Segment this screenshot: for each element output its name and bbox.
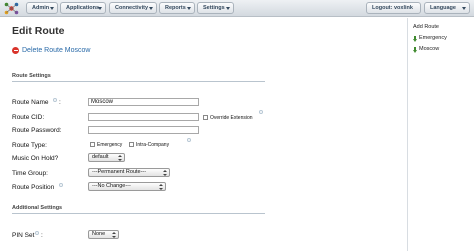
emergency-checkbox[interactable] [90, 142, 95, 147]
colon-text: : [41, 232, 43, 239]
music-on-hold-select[interactable]: default [88, 153, 125, 162]
select-arrows-icon [118, 155, 122, 161]
reports-menu[interactable]: Reports [159, 2, 195, 14]
pin-set-label: PIN Set [12, 232, 35, 239]
select-arrows-icon [159, 184, 163, 190]
chevron-down-icon [50, 7, 54, 10]
colon-text: : [59, 99, 61, 106]
page-title: Edit Route [12, 25, 65, 37]
override-extension-checkbox[interactable] [203, 115, 208, 120]
pin-set-select[interactable]: None [88, 230, 119, 239]
intra-company-checkbox[interactable] [129, 142, 134, 147]
logout-button[interactable]: Logout: voxlink [366, 2, 421, 14]
connectivity-menu[interactable]: Connectivity [109, 2, 157, 14]
route-list-sidebar: Add Route Emergency Moscow [407, 18, 474, 251]
time-group-value: ---Permanent Route--- [92, 169, 147, 175]
route-settings-heading: Route Settings [12, 73, 51, 79]
arrow-down-icon [413, 47, 417, 53]
music-on-hold-value: default [92, 154, 109, 160]
section-divider [12, 213, 265, 214]
route-position-label: Route Position [12, 184, 55, 191]
music-on-hold-label: Music On Hold? [12, 155, 59, 162]
applications-menu[interactable]: Applications [60, 2, 106, 14]
help-icon[interactable] [59, 183, 63, 187]
applications-menu-label: Applications [66, 5, 100, 11]
chevron-down-icon [149, 7, 153, 10]
admin-menu[interactable]: Admin [26, 2, 58, 14]
add-route-link[interactable]: Add Route [413, 24, 439, 30]
chevron-down-icon [98, 7, 102, 10]
time-group-select[interactable]: ---Permanent Route--- [88, 168, 170, 177]
connectivity-menu-label: Connectivity [115, 5, 149, 11]
route-name-label: Route Name [12, 99, 49, 106]
delete-route-link[interactable]: Delete Route Moscow [22, 47, 90, 54]
top-navigation-bar: Admin Applications Connectivity Reports … [0, 0, 474, 17]
route-position-value: ---No Change--- [92, 183, 131, 189]
chevron-down-icon [462, 7, 466, 10]
select-arrows-icon [112, 232, 116, 238]
pin-set-value: None [92, 231, 106, 237]
intra-company-label: Intra-Company [136, 142, 170, 148]
route-position-select[interactable]: ---No Change--- [88, 182, 166, 191]
chevron-down-icon [226, 7, 230, 10]
admin-menu-label: Admin [32, 5, 50, 11]
override-extension-label: Override Extension [210, 115, 253, 121]
help-icon[interactable] [35, 231, 39, 235]
route-cid-input[interactable] [88, 113, 199, 121]
emergency-label: Emergency [97, 142, 123, 148]
help-icon[interactable] [259, 110, 263, 114]
logout-label: Logout: voxlink [372, 5, 413, 11]
route-password-input[interactable] [88, 126, 199, 134]
delete-icon[interactable] [12, 47, 19, 54]
route-cid-label: Route CID: [12, 114, 45, 121]
help-icon[interactable] [53, 98, 57, 102]
additional-settings-heading: Additional Settings [12, 205, 63, 211]
freepbx-logo-icon[interactable] [4, 2, 19, 15]
route-password-label: Route Password: [12, 127, 62, 134]
settings-menu[interactable]: Settings [197, 2, 234, 14]
select-arrows-icon [163, 170, 167, 176]
route-name-input[interactable] [88, 98, 199, 106]
language-menu[interactable]: Language [424, 2, 470, 14]
arrow-down-icon [413, 36, 417, 42]
chevron-down-icon [187, 7, 191, 10]
reports-menu-label: Reports [165, 5, 186, 11]
route-type-label: Route Type: [12, 142, 47, 149]
section-divider [12, 81, 265, 82]
language-menu-label: Language [430, 5, 456, 11]
time-group-label: Time Group: [12, 170, 48, 177]
sidebar-item-moscow[interactable]: Moscow [419, 46, 439, 52]
help-icon[interactable] [187, 138, 191, 142]
settings-menu-label: Settings [203, 5, 225, 11]
sidebar-item-emergency[interactable]: Emergency [419, 35, 447, 41]
